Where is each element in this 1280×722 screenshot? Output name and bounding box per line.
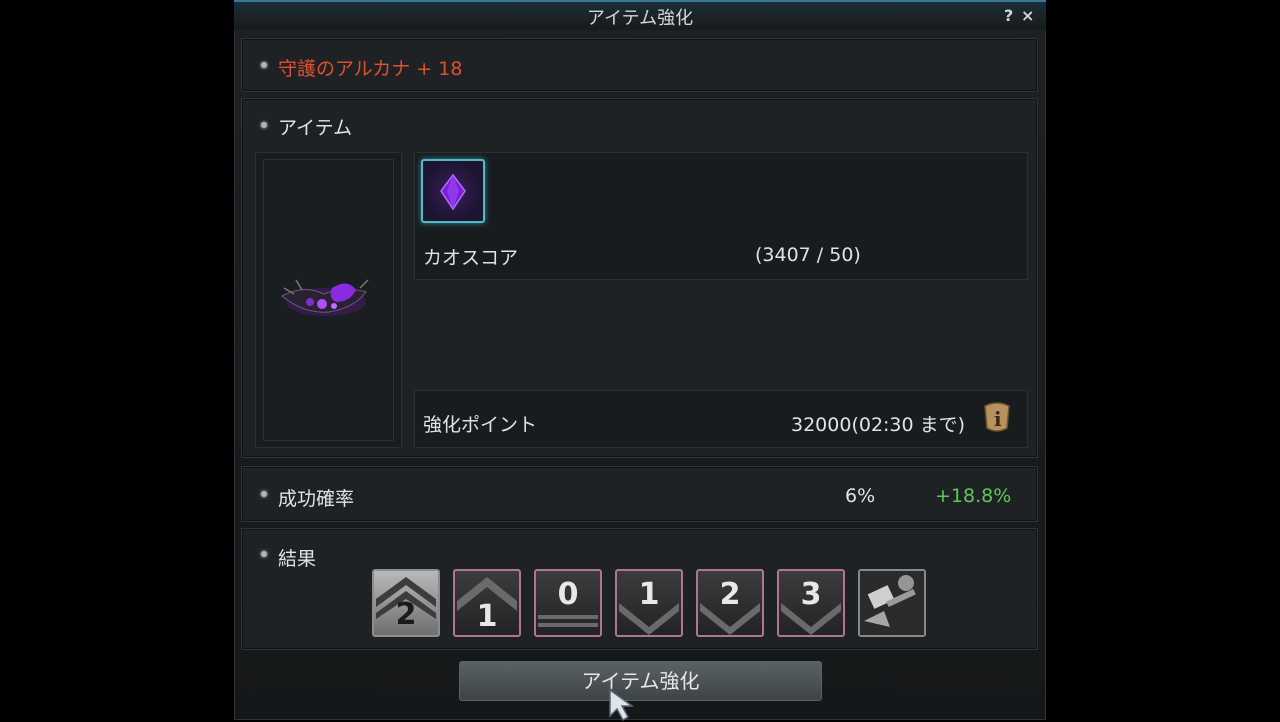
target-item-name: 守護のアルカナ + 18 xyxy=(278,58,463,80)
bullet-icon xyxy=(261,491,267,497)
result-up1-tile: 1 xyxy=(453,569,521,637)
bullet-icon xyxy=(261,551,267,557)
result-break-tile xyxy=(858,569,926,637)
result-value: 3 xyxy=(800,577,822,612)
material-name: カオスコア xyxy=(423,247,519,269)
result-heading: 結果 xyxy=(278,548,317,570)
hammer-icon xyxy=(860,571,924,635)
result-down3-tile: 3 xyxy=(777,569,845,637)
points-value: 32000(02:30 まで) xyxy=(791,414,966,436)
result-down2-tile: 2 xyxy=(696,569,764,637)
item-preview-box xyxy=(255,152,402,448)
item-panel: アイテム カオスコア (3407 / 50) 強化ポイント 32000(02:3… xyxy=(241,98,1038,458)
mouse-cursor-icon xyxy=(609,688,635,722)
result-up2-tile: 2 xyxy=(372,569,440,637)
result-value: 2 xyxy=(719,577,741,612)
result-value: 0 xyxy=(557,577,579,612)
bullet-icon xyxy=(261,122,267,128)
result-value: 2 xyxy=(395,597,417,632)
success-bonus: +18.8% xyxy=(935,485,1012,507)
item-heading: アイテム xyxy=(278,117,353,139)
material-box: カオスコア (3407 / 50) xyxy=(414,152,1028,280)
help-button[interactable]: ? xyxy=(1004,6,1013,25)
success-label: 成功確率 xyxy=(278,488,355,510)
material-count: (3407 / 50) xyxy=(755,244,861,266)
arcana-item-icon xyxy=(281,279,369,316)
result-value: 1 xyxy=(638,577,660,612)
material-slot[interactable] xyxy=(421,159,485,223)
points-box: 強化ポイント 32000(02:30 まで) i xyxy=(414,390,1028,448)
window-title: アイテム強化 xyxy=(586,8,694,29)
svg-text:i: i xyxy=(994,407,1002,431)
result-down1-tile: 1 xyxy=(615,569,683,637)
item-preview-frame xyxy=(263,159,394,441)
scroll-info-icon[interactable]: i xyxy=(977,398,1017,438)
chaos-core-icon xyxy=(440,173,466,211)
result-stay-tile: 0 xyxy=(534,569,602,637)
title-bar[interactable]: アイテム強化 ? × xyxy=(234,0,1046,30)
target-panel: 守護のアルカナ + 18 xyxy=(241,38,1038,92)
enhance-window: アイテム強化 ? × 守護のアルカナ + 18 アイテム カオスコア (3407… xyxy=(234,0,1046,722)
close-button[interactable]: × xyxy=(1021,6,1034,25)
success-rate: 6% xyxy=(845,485,876,507)
success-panel: 成功確率 6% +18.8% xyxy=(241,466,1038,522)
bullet-icon xyxy=(261,62,267,68)
result-value: 1 xyxy=(476,599,498,634)
points-label: 強化ポイント xyxy=(423,414,538,436)
